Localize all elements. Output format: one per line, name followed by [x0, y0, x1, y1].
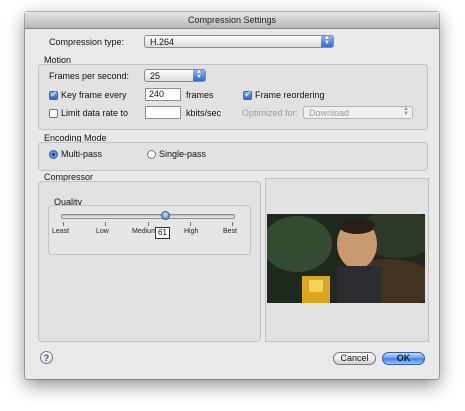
slider-tick — [63, 222, 64, 226]
limit-data-rate-checkbox[interactable] — [49, 109, 58, 118]
single-pass-radio[interactable] — [147, 150, 156, 159]
preview-frame-image — [267, 214, 425, 303]
multi-pass-radio[interactable] — [49, 150, 58, 159]
popup-arrows-icon: ▲ ▼ — [321, 35, 333, 47]
popup-arrows-icon: ▲ ▼ — [193, 69, 205, 81]
preview-video-frame — [267, 214, 425, 303]
key-frame-input[interactable]: 240 — [145, 88, 181, 101]
key-frame-checkbox[interactable] — [49, 89, 58, 100]
frame-reordering-checkbox[interactable] — [243, 89, 252, 100]
fps-value: 25 — [150, 71, 161, 81]
quality-slider-track[interactable] — [61, 214, 235, 219]
preview-pane — [265, 178, 429, 342]
encoding-mode-group: Multi-pass Single-pass — [38, 142, 428, 171]
data-rate-input[interactable] — [145, 106, 181, 119]
slider-tick — [148, 222, 149, 226]
frame-reordering-label: Frame reordering — [255, 90, 325, 100]
optimized-for-label: Optimized for: — [242, 108, 299, 118]
ok-button[interactable]: OK — [382, 352, 425, 365]
optimized-for-value: Download — [309, 108, 350, 118]
quality-scale-low: Low — [96, 228, 109, 235]
quality-scale-high: High — [184, 228, 199, 235]
compression-type-popup[interactable]: H.264 ▲ ▼ — [144, 35, 334, 48]
help-button[interactable]: ? — [40, 351, 53, 364]
slider-tick — [190, 222, 191, 226]
slider-tick — [232, 222, 233, 226]
key-frame-unit: frames — [186, 90, 214, 100]
popup-arrows-icon: ▲ ▼ — [403, 106, 409, 117]
motion-group: Frames per second: 25 ▲▼ Key frame every… — [38, 64, 428, 130]
slider-tick — [105, 222, 106, 226]
single-pass-label: Single-pass — [159, 149, 207, 159]
quality-group: Least Low Medium 61 High Best — [48, 205, 251, 255]
fps-label: Frames per second: — [49, 71, 130, 81]
compression-type-label: Compression type: — [49, 37, 125, 47]
key-frame-label: Key frame every — [61, 90, 127, 100]
quality-scale-medium: Medium — [132, 228, 157, 235]
quality-scale-best: Best — [223, 228, 238, 235]
limit-data-rate-label: Limit data rate to — [61, 108, 129, 118]
compression-type-value: H.264 — [150, 37, 175, 47]
optimized-for-popup[interactable]: Download ▲ ▼ — [303, 106, 413, 119]
window-title: Compression Settings — [25, 12, 439, 29]
fps-popup[interactable]: 25 ▲ ▼ — [144, 69, 206, 82]
compression-settings-window: Compression Settings Compression type: H… — [25, 12, 439, 379]
cancel-button[interactable]: Cancel — [333, 352, 376, 365]
compressor-group: Quality Least Low Medium 61 High Best — [38, 181, 261, 342]
multi-pass-label: Multi-pass — [61, 149, 103, 159]
quality-value-box: 61 — [155, 227, 170, 239]
quality-scale-least: Least — [52, 228, 70, 235]
data-rate-unit: kbits/sec — [186, 108, 222, 118]
